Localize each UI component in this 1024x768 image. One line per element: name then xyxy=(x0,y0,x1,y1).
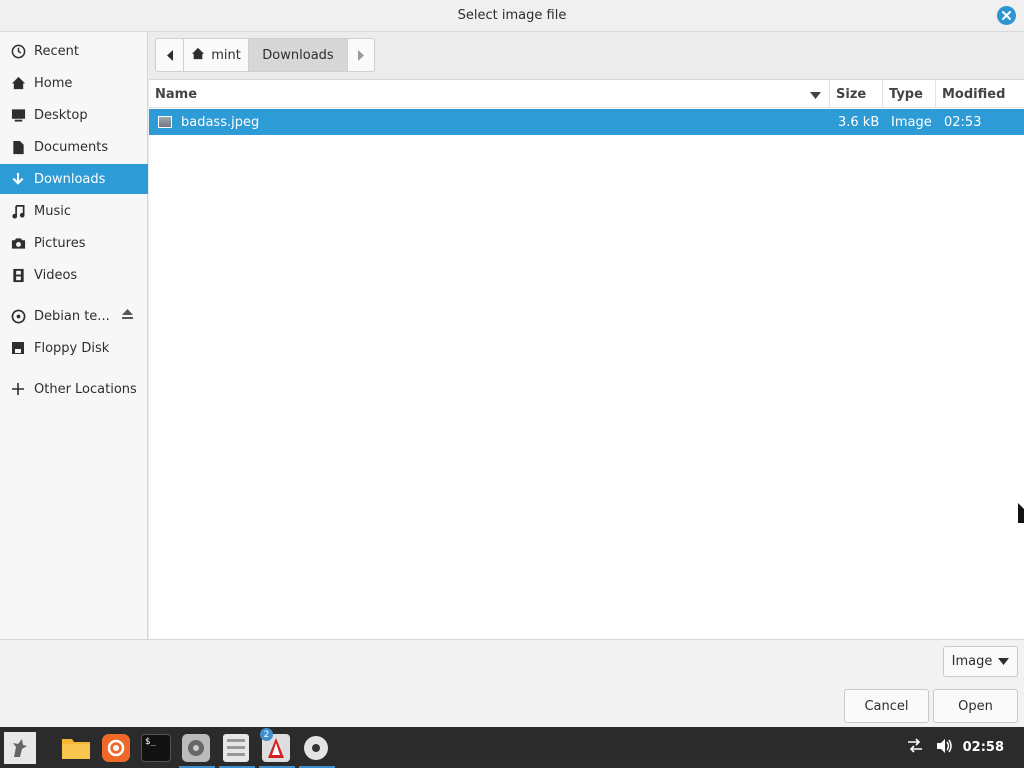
sidebar-item-label: Recent xyxy=(34,43,79,59)
sidebar-item-downloads[interactable]: Downloads xyxy=(0,164,148,194)
path-back-button[interactable] xyxy=(156,39,184,71)
file-type: Image xyxy=(891,114,932,130)
column-header-type[interactable]: Type xyxy=(883,80,936,108)
taskbar: $_ 2 02:58 xyxy=(0,727,1024,768)
sidebar-item-debian-disc[interactable]: Debian te... xyxy=(0,301,148,331)
text-editor-icon xyxy=(223,734,249,762)
column-label: Name xyxy=(155,86,198,102)
film-icon xyxy=(10,267,26,283)
sidebar-item-music[interactable]: Music xyxy=(0,196,148,226)
sidebar-item-other-locations[interactable]: Other Locations xyxy=(0,374,148,404)
sidebar-item-recent[interactable]: Recent xyxy=(0,36,148,66)
file-modified: 02:53 xyxy=(944,114,982,130)
path-forward-button[interactable] xyxy=(348,39,374,71)
taskbar-terminal[interactable]: $_ xyxy=(139,731,173,765)
image-file-icon xyxy=(158,116,172,128)
taskbar-firefox[interactable] xyxy=(99,731,133,765)
eject-icon[interactable] xyxy=(121,308,134,324)
firefox-icon xyxy=(102,734,130,762)
table-row[interactable]: badass.jpeg 3.6 kB Image 02:53 xyxy=(149,109,1024,135)
file-list: Name Size Type Modified badass.jpeg 3.6 … xyxy=(149,79,1024,639)
disc-icon xyxy=(304,736,328,760)
volume-icon[interactable] xyxy=(936,738,953,758)
sidebar-item-label: Documents xyxy=(34,139,109,155)
taskbar-text-editor[interactable] xyxy=(219,731,255,768)
terminal-icon: $_ xyxy=(141,734,171,762)
sidebar-item-label: Pictures xyxy=(34,235,86,251)
taskbar-files[interactable] xyxy=(59,731,93,765)
file-name-cell: badass.jpeg xyxy=(158,109,259,135)
clock-icon xyxy=(10,43,26,59)
sidebar-item-label: Desktop xyxy=(34,107,88,123)
sidebar-item-label: Music xyxy=(34,203,71,219)
places-sidebar: Recent Home Desktop Documents Downloads … xyxy=(0,32,148,639)
sidebar-item-videos[interactable]: Videos xyxy=(0,260,148,290)
sidebar-item-label: Downloads xyxy=(34,171,106,187)
close-icon xyxy=(1002,11,1011,20)
column-header-name[interactable]: Name xyxy=(149,80,830,108)
music-icon xyxy=(10,203,26,219)
file-size: 3.6 kB xyxy=(838,114,880,130)
camera-icon xyxy=(10,235,26,251)
sidebar-item-label: Debian te... xyxy=(34,308,110,324)
file-type-filter[interactable]: Image xyxy=(943,646,1018,677)
path-segment-mint[interactable]: mint xyxy=(184,39,249,71)
chevron-down-icon xyxy=(998,654,1010,669)
sidebar-item-label: Home xyxy=(34,75,73,91)
column-label: Type xyxy=(889,86,923,102)
disc-icon xyxy=(10,308,26,324)
open-button[interactable]: Open xyxy=(933,689,1018,723)
mouse-cursor-icon xyxy=(1018,503,1024,527)
download-icon xyxy=(10,171,26,187)
title-bar: Select image file xyxy=(0,0,1024,32)
sidebar-item-desktop[interactable]: Desktop xyxy=(0,100,148,130)
menu-icon xyxy=(4,732,36,764)
documents-icon xyxy=(10,139,26,155)
disks-icon xyxy=(182,734,210,762)
taskbar-inkscape[interactable]: 2 xyxy=(259,728,295,768)
menu-button[interactable] xyxy=(3,731,37,765)
window-count-badge: 2 xyxy=(260,728,273,741)
file-name: badass.jpeg xyxy=(181,114,260,130)
taskbar-disc[interactable] xyxy=(299,731,335,768)
path-segment-downloads[interactable]: Downloads xyxy=(249,39,348,71)
floppy-icon xyxy=(10,340,26,356)
column-header-size[interactable]: Size xyxy=(830,80,883,108)
sort-down-icon xyxy=(810,89,821,104)
sidebar-item-label: Videos xyxy=(34,267,78,283)
system-tray: 02:58 xyxy=(906,727,1024,768)
sidebar-item-label: Other Locations xyxy=(34,381,137,397)
file-list-header: Name Size Type Modified xyxy=(149,80,1024,108)
desktop-icon xyxy=(10,107,26,123)
files-icon xyxy=(62,739,90,759)
network-disconnected-icon[interactable] xyxy=(906,737,924,758)
plus-icon xyxy=(10,381,26,397)
sidebar-item-documents[interactable]: Documents xyxy=(0,132,148,162)
path-bar: mint Downloads xyxy=(155,38,375,72)
filter-label: Image xyxy=(951,654,993,669)
dialog-footer: Image Cancel Open xyxy=(0,639,1024,727)
path-segment-label: Downloads xyxy=(262,47,334,63)
dialog-title: Select image file xyxy=(457,8,567,23)
chevron-left-icon xyxy=(166,49,173,61)
path-segment-label: mint xyxy=(211,47,241,63)
home-icon xyxy=(191,47,205,64)
cancel-button[interactable]: Cancel xyxy=(844,689,929,723)
sidebar-item-label: Floppy Disk xyxy=(34,340,110,356)
close-button[interactable] xyxy=(997,6,1016,25)
column-header-modified[interactable]: Modified xyxy=(936,80,1024,108)
taskbar-disks[interactable] xyxy=(179,731,215,768)
chevron-right-icon xyxy=(358,49,364,61)
clock[interactable]: 02:58 xyxy=(963,740,1004,755)
column-label: Modified xyxy=(942,86,1006,102)
home-icon xyxy=(10,75,26,91)
column-label: Size xyxy=(836,86,867,102)
sidebar-item-floppy-disk[interactable]: Floppy Disk xyxy=(0,333,148,363)
sidebar-item-home[interactable]: Home xyxy=(0,68,148,98)
sidebar-item-pictures[interactable]: Pictures xyxy=(0,228,148,258)
